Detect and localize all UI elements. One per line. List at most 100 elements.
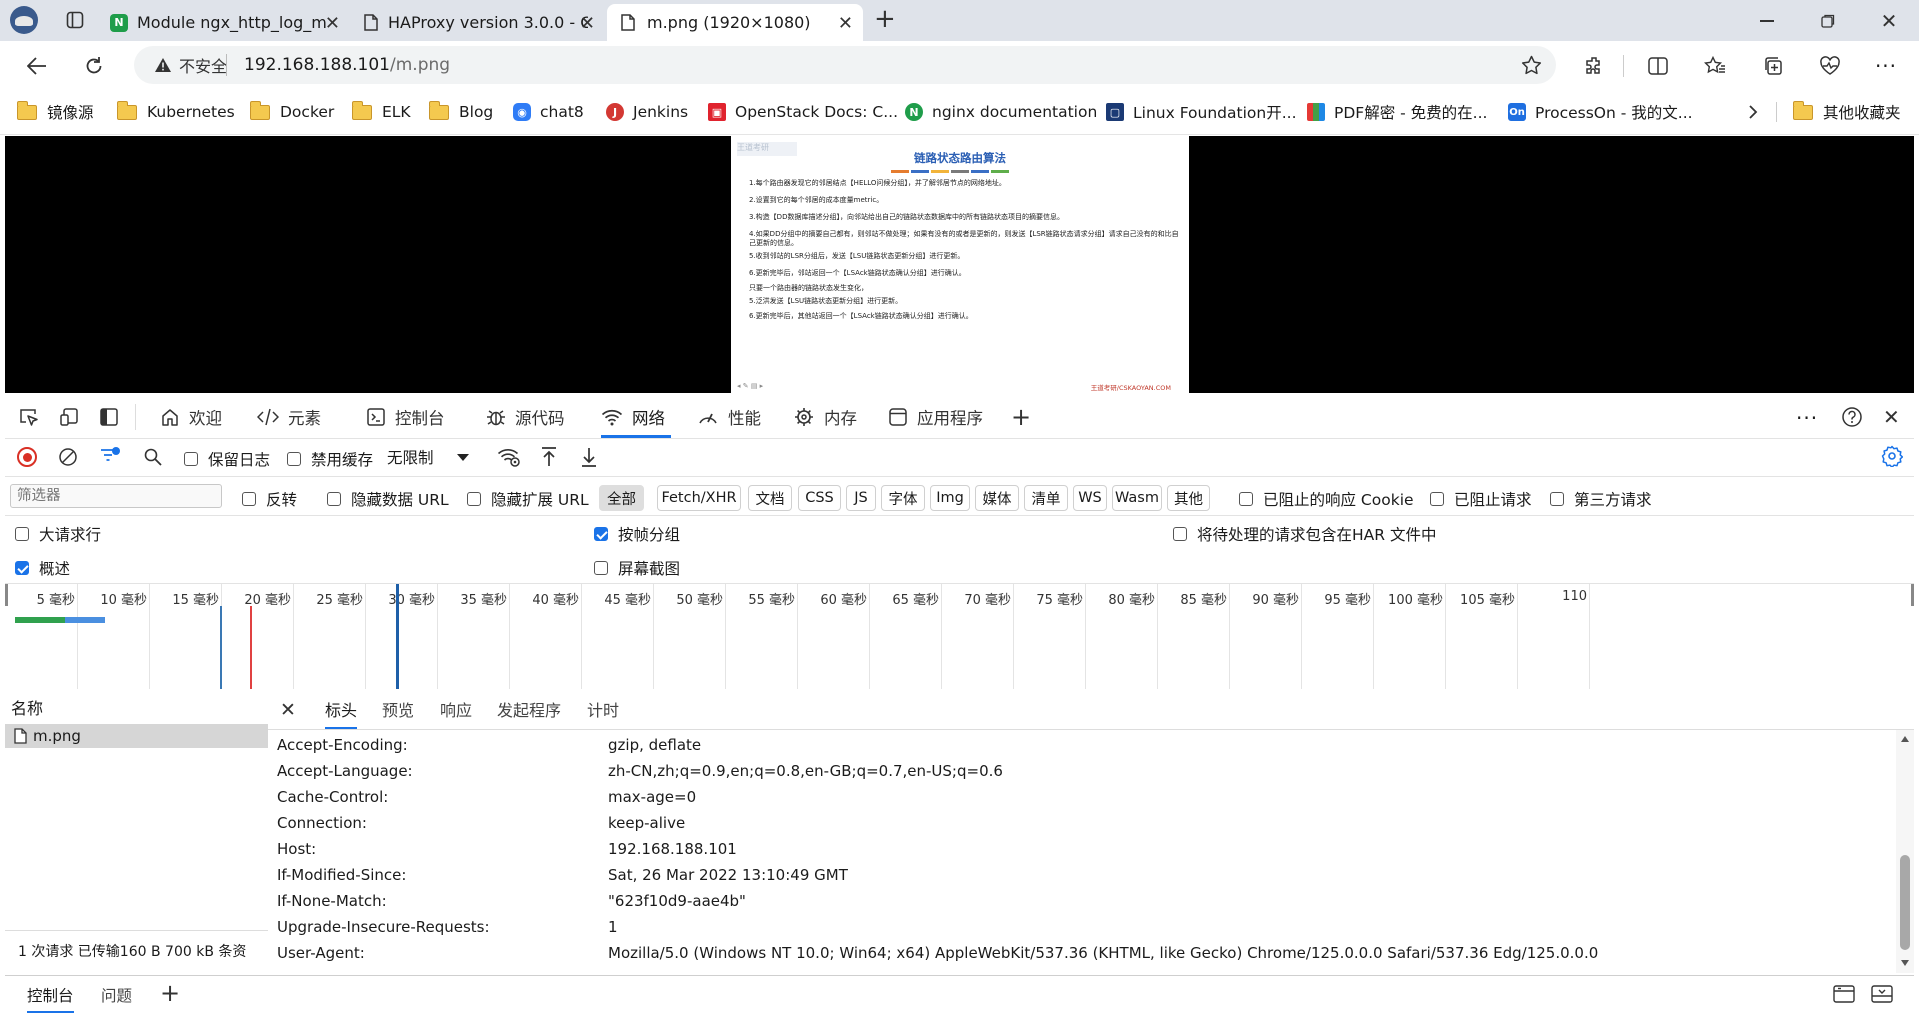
har-pending-checkbox[interactable]: 将待处理的请求包含在HAR 文件中 xyxy=(1173,523,1436,545)
scrollbar-thumb[interactable] xyxy=(1900,855,1910,950)
collections-icon[interactable] xyxy=(1755,48,1791,84)
security-indicator[interactable]: 不安全 xyxy=(154,46,227,84)
back-button[interactable] xyxy=(19,48,55,84)
tab-actions-icon[interactable] xyxy=(66,11,84,29)
tab-console[interactable]: 控制台 xyxy=(366,396,445,438)
checkbox-box[interactable] xyxy=(184,452,198,466)
chevron-right-icon[interactable] xyxy=(1748,90,1758,134)
timeline-left-handle[interactable] xyxy=(5,584,8,606)
close-icon[interactable]: ✕ xyxy=(580,13,595,34)
filter-type-other[interactable]: 其他 xyxy=(1167,485,1210,511)
tab-initiator[interactable]: 发起程序 xyxy=(497,689,561,729)
help-icon[interactable] xyxy=(1841,406,1863,428)
close-icon[interactable]: ✕ xyxy=(325,13,340,34)
minimize-button[interactable] xyxy=(1747,6,1787,36)
close-icon[interactable]: ✕ xyxy=(838,13,853,34)
checkbox-box[interactable] xyxy=(327,492,341,506)
tab-preview[interactable]: 预览 xyxy=(382,689,414,729)
inspect-element-icon[interactable] xyxy=(19,407,39,427)
overview-timeline[interactable]: 5 毫秒 10 毫秒 15 毫秒 20 毫秒 25 毫秒 30 毫秒 35 毫秒 40 毫秒 4… xyxy=(5,583,1914,690)
overview-checkbox[interactable]: 概述 xyxy=(15,557,70,579)
bookmark-folder[interactable]: 镜像源 xyxy=(16,90,94,134)
filter-type-css[interactable]: CSS xyxy=(798,485,841,511)
scroll-down-arrow[interactable] xyxy=(1901,960,1909,966)
bookmark-folder[interactable]: ELK xyxy=(351,90,411,134)
bookmark-link[interactable]: PDF解密 - 免费的在... xyxy=(1307,90,1487,134)
other-favorites-folder[interactable]: 其他收藏夹 xyxy=(1792,90,1901,134)
tab-haproxy[interactable]: HAProxy version 3.0.0 - Configur ✕ xyxy=(352,4,605,41)
export-har-icon[interactable] xyxy=(580,446,598,468)
invert-checkbox[interactable]: 反转 xyxy=(242,488,297,510)
refresh-button[interactable] xyxy=(76,48,112,84)
clear-icon[interactable] xyxy=(58,447,78,467)
tab-welcome[interactable]: 欢迎 xyxy=(160,396,222,438)
settings-more-icon[interactable]: ··· xyxy=(1868,48,1904,84)
address-bar[interactable]: 不安全 192.168.188.101 /m.png xyxy=(134,46,1556,84)
filter-type-wasm[interactable]: Wasm xyxy=(1112,485,1162,511)
tab-sources[interactable]: 源代码 xyxy=(486,396,565,438)
blocked-cookies-checkbox[interactable]: 已阻止的响应 Cookie xyxy=(1239,488,1414,510)
bookmark-link[interactable]: ◉ chat8 xyxy=(513,90,584,134)
preserve-log-checkbox[interactable]: 保留日志 xyxy=(184,448,270,470)
big-request-rows-checkbox[interactable]: 大请求行 xyxy=(15,523,101,545)
hide-extension-urls-checkbox[interactable]: 隐藏扩展 URL xyxy=(467,488,589,510)
tab-performance[interactable]: 性能 xyxy=(697,396,761,438)
vertical-scrollbar[interactable] xyxy=(1896,730,1914,973)
checkbox-box[interactable] xyxy=(467,492,481,506)
tab-timing[interactable]: 计时 xyxy=(587,689,619,729)
filter-type-font[interactable]: 字体 xyxy=(881,485,925,511)
bookmark-folder[interactable]: Kubernetes xyxy=(116,90,235,134)
filter-input[interactable] xyxy=(10,484,222,508)
filter-type-media[interactable]: 媒体 xyxy=(975,485,1019,511)
favorite-star-icon[interactable] xyxy=(1521,55,1542,75)
filter-icon[interactable] xyxy=(99,446,121,468)
drawer-add-tab-button[interactable]: + xyxy=(160,979,180,1007)
group-by-frame-checkbox[interactable]: 按帧分组 xyxy=(594,523,680,545)
customize-more-icon[interactable]: ··· xyxy=(1796,406,1818,430)
tab-application[interactable]: 应用程序 xyxy=(888,396,983,438)
device-emulation-icon[interactable] xyxy=(59,407,79,427)
network-conditions-icon[interactable] xyxy=(497,446,521,468)
profile-avatar[interactable] xyxy=(10,6,38,34)
tab-m-png[interactable]: m.png (1920×1080) ✕ xyxy=(607,4,863,41)
search-icon[interactable] xyxy=(143,447,163,467)
filter-type-js[interactable]: JS xyxy=(846,485,876,511)
filter-type-fetch-xhr[interactable]: Fetch/XHR xyxy=(657,485,741,511)
checkbox-box[interactable] xyxy=(287,452,301,466)
network-settings-gear-icon[interactable] xyxy=(1881,445,1903,467)
dock-side-icon[interactable] xyxy=(99,407,119,427)
new-tab-button[interactable]: + xyxy=(874,4,896,34)
timeline-right-handle[interactable] xyxy=(1911,584,1914,606)
checkbox-box[interactable] xyxy=(15,561,29,575)
bookmark-link[interactable]: On ProcessOn - 我的文... xyxy=(1508,90,1693,134)
tab-elements[interactable]: 元素 xyxy=(257,396,321,438)
split-screen-icon[interactable] xyxy=(1640,48,1676,84)
checkbox-box[interactable] xyxy=(15,527,29,541)
drawer-tab-issues[interactable]: 问题 xyxy=(101,984,132,1006)
tab-memory[interactable]: 内存 xyxy=(793,396,857,438)
checkbox-box[interactable] xyxy=(1173,527,1187,541)
screenshots-checkbox[interactable]: 屏幕截图 xyxy=(594,557,680,579)
bookmark-folder[interactable]: Docker xyxy=(249,90,334,134)
checkbox-box[interactable] xyxy=(242,492,256,506)
request-row-selected[interactable]: m.png xyxy=(5,724,268,748)
drawer-tab-console[interactable]: 控制台 xyxy=(27,984,74,1013)
tab-headers[interactable]: 标头 xyxy=(325,689,358,729)
more-tools-button[interactable]: + xyxy=(1011,405,1031,429)
filter-type-ws[interactable]: WS xyxy=(1073,485,1107,511)
bookmark-link[interactable]: ▢ Linux Foundation开... xyxy=(1106,90,1297,134)
tab-network[interactable]: 网络 xyxy=(601,396,671,438)
blocked-requests-checkbox[interactable]: 已阻止请求 xyxy=(1430,488,1532,510)
url-text[interactable]: 192.168.188.101 /m.png xyxy=(244,46,450,84)
checkbox-box[interactable] xyxy=(1239,492,1253,506)
filter-type-all[interactable]: 全部 xyxy=(599,485,644,511)
disable-cache-checkbox[interactable]: 禁用缓存 xyxy=(287,448,373,470)
import-har-icon[interactable] xyxy=(540,446,558,468)
close-detail-button[interactable]: ✕ xyxy=(280,699,296,721)
checkbox-box[interactable] xyxy=(1430,492,1444,506)
favorites-icon[interactable] xyxy=(1697,48,1733,84)
checkbox-box[interactable] xyxy=(1550,492,1564,506)
bookmark-folder[interactable]: Blog xyxy=(428,90,493,134)
bookmark-link[interactable]: J Jenkins xyxy=(606,90,688,134)
filter-type-doc[interactable]: 文档 xyxy=(748,485,792,511)
